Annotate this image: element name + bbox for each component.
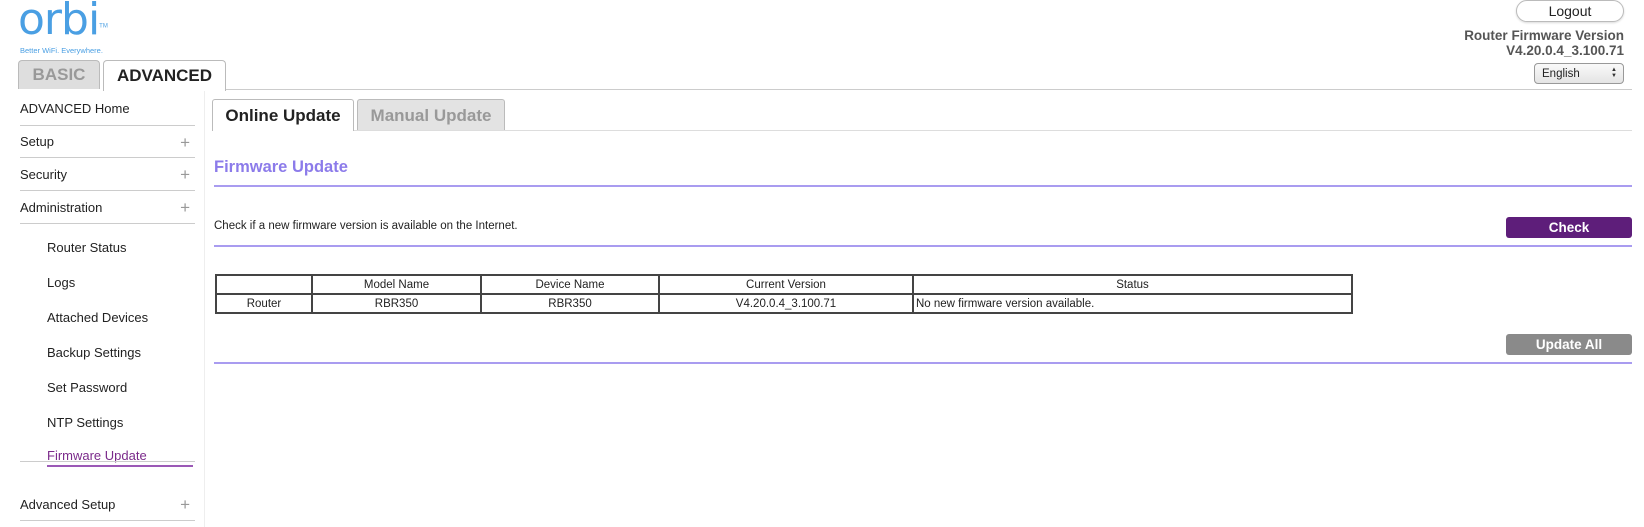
language-selected: English	[1542, 67, 1580, 80]
content-separator	[204, 90, 205, 527]
sidebar-item-setup[interactable]: Setup +	[20, 125, 195, 158]
logout-button[interactable]: Logout	[1516, 0, 1624, 22]
table-header-row: Model Name Device Name Current Version S…	[215, 274, 1353, 295]
logo-word: orbi	[18, 0, 100, 45]
firmware-version-label: Router Firmware Version	[1464, 28, 1624, 43]
section-divider	[214, 245, 1632, 247]
sidebar-subitem-label: Firmware Update	[47, 448, 193, 467]
firmware-table: Model Name Device Name Current Version S…	[215, 274, 1353, 314]
tab-advanced[interactable]: ADVANCED	[103, 60, 226, 91]
sidebar-item-label: Setup	[20, 134, 54, 149]
sidebar-subitem-label: NTP Settings	[47, 415, 124, 430]
sidebar-item-label: ADVANCED Home	[20, 101, 130, 116]
logo-wordmark: orbiTM	[18, 0, 108, 42]
table-header: Model Name	[311, 274, 482, 295]
table-header: Current Version	[658, 274, 914, 295]
orbi-logo: orbiTM Better WiFi. Everywhere.	[18, 0, 108, 55]
sidebar-subitem-label: Router Status	[47, 240, 127, 255]
update-all-button[interactable]: Update All	[1506, 334, 1632, 355]
sidebar-nav: ADVANCED Home Setup + Security + Adminis…	[20, 92, 195, 475]
check-description: Check if a new firmware version is avail…	[214, 220, 518, 232]
sidebar-item-security[interactable]: Security +	[20, 158, 195, 191]
table-cell-status: No new firmware version available.	[912, 293, 1353, 314]
expand-plus-icon[interactable]: +	[180, 133, 190, 153]
sidebar-item-label: Security	[20, 166, 67, 182]
table-cell: V4.20.0.4_3.100.71	[658, 293, 914, 314]
sidebar-subitem-logs[interactable]: Logs	[20, 265, 195, 300]
content-tab-divider	[354, 130, 1632, 131]
sidebar-subitem-label: Attached Devices	[47, 310, 149, 325]
logo-trademark: TM	[99, 23, 108, 30]
sidebar-subitem-label: Set Password	[47, 380, 128, 395]
sidebar-subitem-attached-devices[interactable]: Attached Devices	[20, 300, 195, 335]
sidebar-item-administration[interactable]: Administration +	[20, 191, 195, 224]
section-divider	[214, 362, 1632, 364]
table-cell: Router	[215, 293, 313, 314]
firmware-version-value: V4.20.0.4_3.100.71	[1506, 43, 1624, 58]
table-header: Device Name	[480, 274, 660, 295]
sidebar-subitem-firmware-update[interactable]: Firmware Update	[20, 440, 195, 475]
tab-manual-update[interactable]: Manual Update	[357, 99, 505, 131]
sidebar-divider	[20, 461, 195, 462]
sidebar-item-label: Administration	[20, 199, 103, 215]
router-firmware-version: Router Firmware Version V4.20.0.4_3.100.…	[1464, 28, 1624, 58]
sidebar-item-advanced-home[interactable]: ADVANCED Home	[20, 92, 195, 125]
sidebar-item-advanced-setup[interactable]: Advanced Setup +	[20, 488, 195, 521]
sidebar-item-label: Advanced Setup	[20, 496, 116, 512]
tab-online-update[interactable]: Online Update	[212, 99, 354, 131]
tab-basic[interactable]: BASIC	[18, 60, 100, 89]
sidebar-subitem-set-password[interactable]: Set Password	[20, 370, 195, 405]
language-select[interactable]: English ▲ ▼	[1534, 63, 1624, 84]
sidebar-subitem-router-status[interactable]: Router Status	[20, 230, 195, 265]
expand-plus-icon[interactable]: +	[180, 198, 190, 218]
table-cell: RBR350	[311, 293, 482, 314]
sidebar-subitem-label: Backup Settings	[47, 345, 141, 360]
logo-tagline: Better WiFi. Everywhere.	[20, 46, 103, 55]
table-header	[215, 274, 313, 295]
top-tab-divider	[226, 89, 1632, 90]
sidebar-subitem-backup-settings[interactable]: Backup Settings	[20, 335, 195, 370]
expand-plus-icon[interactable]: +	[180, 495, 190, 515]
select-arrows-icon: ▲ ▼	[1611, 67, 1617, 79]
table-cell: RBR350	[480, 293, 660, 314]
check-button[interactable]: Check	[1506, 217, 1632, 238]
sidebar-subitem-label: Logs	[47, 275, 76, 290]
table-row: Router RBR350 RBR350 V4.20.0.4_3.100.71 …	[215, 293, 1353, 314]
section-title: Firmware Update	[214, 158, 348, 176]
expand-plus-icon[interactable]: +	[180, 165, 190, 185]
table-header: Status	[912, 274, 1353, 295]
section-divider	[214, 185, 1632, 187]
sidebar-subitem-ntp-settings[interactable]: NTP Settings	[20, 405, 195, 440]
